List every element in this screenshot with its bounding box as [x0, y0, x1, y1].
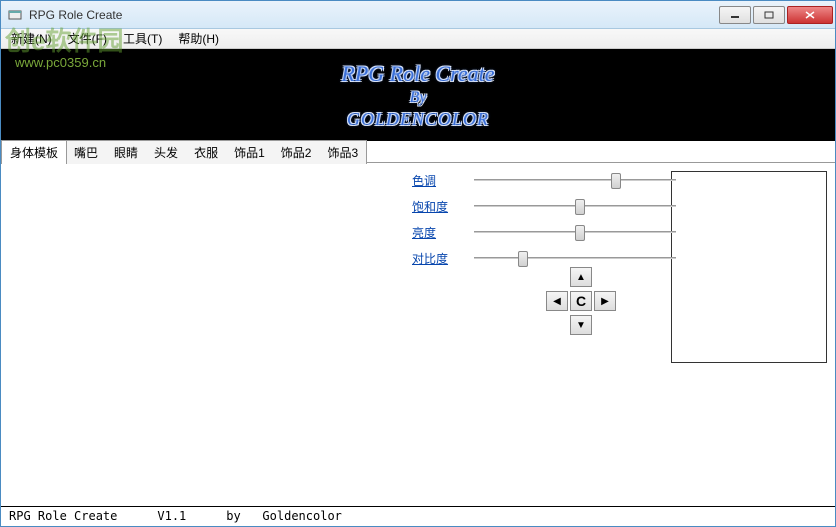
dpad-center-button[interactable]: C: [570, 291, 592, 311]
brightness-slider[interactable]: [474, 223, 676, 241]
tab-body-template[interactable]: 身体模板: [1, 140, 67, 164]
brightness-label[interactable]: 亮度: [412, 224, 458, 241]
adj-row-contrast: 对比度: [412, 249, 676, 267]
status-author: Goldencolor: [262, 509, 341, 523]
tab-clothes[interactable]: 衣服: [186, 140, 227, 164]
dpad-right-button[interactable]: ▶: [594, 291, 616, 311]
tab-mouth[interactable]: 嘴巴: [66, 140, 107, 164]
window-controls: [719, 6, 833, 24]
main-area: 色调 饱和度 亮度: [1, 163, 835, 507]
menu-help[interactable]: 帮助(H): [172, 28, 225, 49]
adj-row-saturation: 饱和度: [412, 197, 676, 215]
saturation-slider[interactable]: [474, 197, 676, 215]
triangle-down-icon: ▼: [576, 320, 586, 331]
dpad-left-button[interactable]: ◀: [546, 291, 568, 311]
tab-accessory3[interactable]: 饰品3: [319, 140, 367, 164]
titlebar: RPG Role Create: [1, 1, 835, 29]
banner-author: GOLDENCOLOR: [347, 109, 489, 130]
window-title: RPG Role Create: [29, 8, 122, 22]
dpad-up-button[interactable]: ▲: [570, 267, 592, 287]
banner-by: By: [410, 89, 427, 107]
dpad: ▲ ◀ C ▶ ▼: [536, 267, 626, 341]
preview-panel: [671, 171, 827, 499]
adjustments: 色调 饱和度 亮度: [412, 171, 676, 275]
menu-tools[interactable]: 工具(T): [117, 28, 168, 49]
status-app: RPG Role Create: [9, 509, 117, 524]
adj-row-hue: 色调: [412, 171, 676, 189]
minimize-button[interactable]: [719, 6, 751, 24]
triangle-left-icon: ◀: [553, 296, 561, 307]
hue-label[interactable]: 色调: [412, 172, 458, 189]
tab-accessory1[interactable]: 饰品1: [226, 140, 274, 164]
preview-box: [671, 171, 827, 363]
status-by-label: by: [226, 509, 240, 523]
dpad-down-button[interactable]: ▼: [570, 315, 592, 335]
banner: RPG Role Create By GOLDENCOLOR: [1, 49, 835, 141]
window-frame: RPG Role Create 新建(N) 文件(F) 工具(T) 帮助(H) …: [0, 0, 836, 527]
close-button[interactable]: [787, 6, 833, 24]
triangle-up-icon: ▲: [576, 272, 586, 283]
banner-title: RPG Role Create: [341, 61, 494, 87]
saturation-label[interactable]: 饱和度: [412, 198, 458, 215]
left-panel: 色调 饱和度 亮度: [1, 163, 671, 507]
maximize-button[interactable]: [753, 6, 785, 24]
menu-file[interactable]: 文件(F): [62, 28, 113, 49]
triangle-right-icon: ▶: [601, 296, 609, 307]
status-version: V1.1: [157, 509, 186, 524]
hue-slider[interactable]: [474, 171, 676, 189]
tab-accessory2[interactable]: 饰品2: [273, 140, 321, 164]
menu-new[interactable]: 新建(N): [5, 28, 58, 49]
statusbar: RPG Role Create V1.1 by Goldencolor: [1, 506, 835, 526]
menubar: 新建(N) 文件(F) 工具(T) 帮助(H): [1, 29, 835, 49]
tabstrip: 身体模板 嘴巴 眼睛 头发 衣服 饰品1 饰品2 饰品3: [1, 141, 835, 163]
contrast-label[interactable]: 对比度: [412, 250, 458, 267]
tab-hair[interactable]: 头发: [146, 140, 187, 164]
contrast-slider[interactable]: [474, 249, 676, 267]
adj-row-brightness: 亮度: [412, 223, 676, 241]
tab-eyes[interactable]: 眼睛: [106, 140, 147, 164]
app-icon: [7, 7, 23, 23]
